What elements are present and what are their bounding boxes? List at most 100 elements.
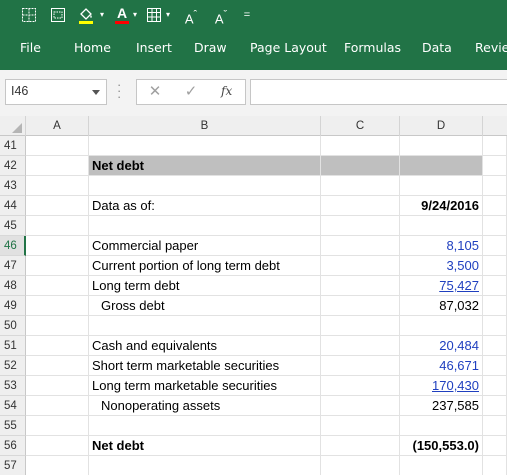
fill-color-dropdown-icon[interactable]: ▾ [98,5,106,25]
cell-b[interactable]: Cash and equivalents [89,336,321,356]
cell-a[interactable] [26,316,89,336]
row-header[interactable]: 41 [0,136,26,156]
cell-d[interactable] [400,456,483,475]
cell-e[interactable] [483,296,507,316]
cell-e[interactable] [483,436,507,456]
decrease-font-size-button[interactable]: Aˇ [212,5,230,26]
insert-function-icon[interactable]: fx [221,84,232,98]
chevron-down-icon[interactable] [92,90,100,95]
enter-icon[interactable]: ✓ [181,83,201,101]
cell-c[interactable] [321,396,400,416]
cell-c[interactable] [321,276,400,296]
cell-e[interactable] [483,136,507,156]
cell-e[interactable] [483,316,507,336]
cell-b[interactable]: Data as of: [89,196,321,216]
row-header[interactable]: 46 [0,236,26,256]
name-box[interactable]: I46 [5,79,107,105]
cell-b[interactable]: Net debt [89,436,321,456]
customize-toolbar-button[interactable]: = [240,5,254,25]
cell-c[interactable] [321,356,400,376]
cell-a[interactable] [26,396,89,416]
cell-b[interactable]: Commercial paper [89,236,321,256]
row-header[interactable]: 55 [0,416,26,436]
cell-d[interactable]: 20,484 [400,336,483,356]
cell-d[interactable] [400,156,483,176]
column-header-d[interactable]: D [400,116,483,136]
cell-e[interactable] [483,336,507,356]
tab-home[interactable]: Home [74,36,111,60]
font-color-icon[interactable]: A [113,5,131,25]
cell-b[interactable]: Net debt [89,156,321,176]
cell-d[interactable]: (150,553.0) [400,436,483,456]
cell-e[interactable] [483,256,507,276]
cell-a[interactable] [26,436,89,456]
cell-b[interactable]: Gross debt [89,296,321,316]
cell-a[interactable] [26,276,89,296]
tab-page-layout[interactable]: Page Layout [250,36,327,60]
tab-file[interactable]: File [20,36,41,60]
cell-e[interactable] [483,416,507,436]
cell-b[interactable] [89,456,321,475]
cell-d[interactable]: 8,105 [400,236,483,256]
row-header[interactable]: 52 [0,356,26,376]
fill-color-icon[interactable] [76,5,98,25]
row-header[interactable]: 48 [0,276,26,296]
cell-a[interactable] [26,196,89,216]
cell-d[interactable]: 75,427 [400,276,483,296]
cell-a[interactable] [26,376,89,396]
cell-a[interactable] [26,176,89,196]
cell-e[interactable] [483,376,507,396]
cell-e[interactable] [483,156,507,176]
cell-a[interactable] [26,356,89,376]
cell-c[interactable] [321,256,400,276]
cell-c[interactable] [321,436,400,456]
row-header[interactable]: 43 [0,176,26,196]
cell-c[interactable] [321,236,400,256]
table-dropdown-icon[interactable]: ▾ [164,5,172,25]
cell-e[interactable] [483,456,507,475]
cell-d[interactable] [400,176,483,196]
cell-a[interactable] [26,256,89,276]
row-header[interactable]: 49 [0,296,26,316]
cell-a[interactable] [26,236,89,256]
cell-c[interactable] [321,136,400,156]
cell-c[interactable] [321,216,400,236]
cell-d[interactable]: 9/24/2016 [400,196,483,216]
tab-data[interactable]: Data [422,36,452,60]
cell-c[interactable] [321,316,400,336]
cell-a[interactable] [26,216,89,236]
row-header[interactable]: 56 [0,436,26,456]
cell-c[interactable] [321,176,400,196]
row-header[interactable]: 53 [0,376,26,396]
resize-handle-icon[interactable]: · · · [117,78,121,103]
column-header-e[interactable] [483,116,507,136]
cell-d[interactable] [400,136,483,156]
row-header[interactable]: 50 [0,316,26,336]
cell-e[interactable] [483,216,507,236]
cell-e[interactable] [483,396,507,416]
borders-icon[interactable] [19,5,39,25]
column-header-c[interactable]: C [321,116,400,136]
row-header[interactable]: 57 [0,456,26,475]
cell-a[interactable] [26,136,89,156]
cell-a[interactable] [26,456,89,475]
cell-b[interactable]: Long term debt [89,276,321,296]
cell-d[interactable] [400,416,483,436]
row-header[interactable]: 44 [0,196,26,216]
cell-c[interactable] [321,416,400,436]
cell-b[interactable]: Nonoperating assets [89,396,321,416]
font-color-dropdown-icon[interactable]: ▾ [131,5,139,25]
merge-cells-icon[interactable] [48,5,68,25]
cell-b[interactable] [89,216,321,236]
formula-input[interactable] [250,79,507,105]
tab-review[interactable]: Review [475,36,507,60]
cell-c[interactable] [321,456,400,475]
cell-a[interactable] [26,416,89,436]
row-header[interactable]: 47 [0,256,26,276]
table-icon[interactable] [144,5,164,25]
cell-e[interactable] [483,356,507,376]
cell-d[interactable] [400,316,483,336]
row-header[interactable]: 45 [0,216,26,236]
cell-b[interactable] [89,176,321,196]
cell-a[interactable] [26,156,89,176]
